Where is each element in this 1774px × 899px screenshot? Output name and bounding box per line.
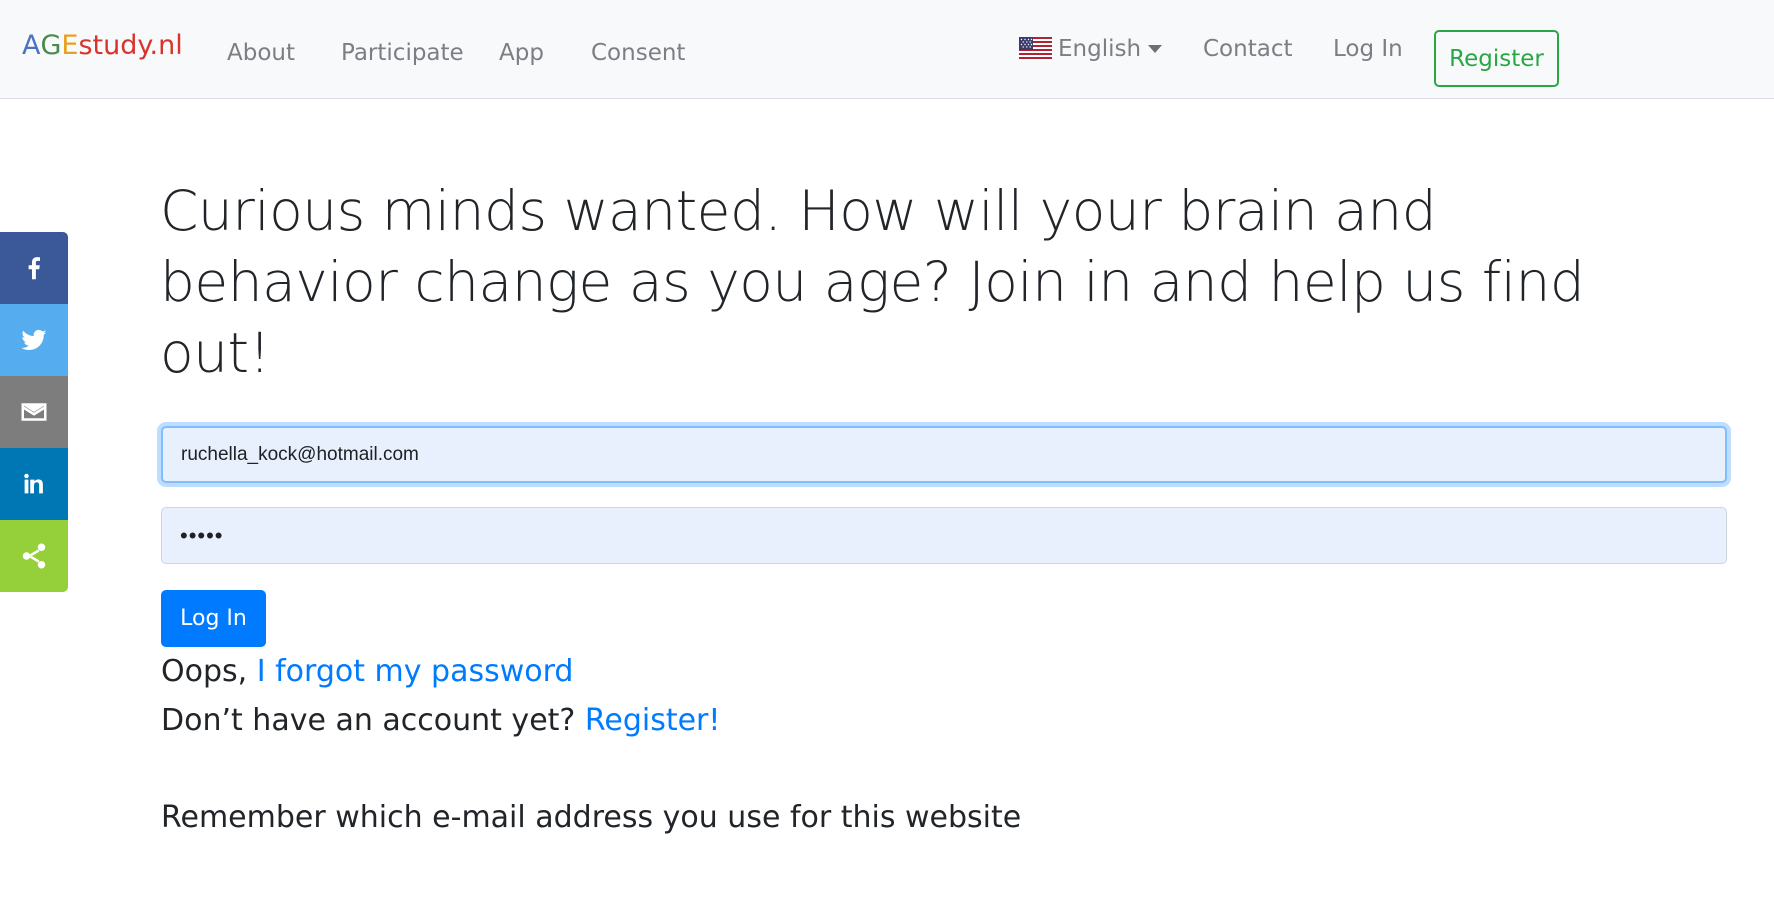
twitter-share-button[interactable] (0, 304, 68, 376)
brand-letter-a: A (22, 30, 41, 61)
us-flag-icon (1019, 37, 1052, 61)
nav-about[interactable]: About (227, 40, 295, 66)
language-label: English (1058, 36, 1142, 62)
generic-share-button[interactable] (0, 520, 68, 592)
linkedin-share-button[interactable] (0, 448, 68, 520)
brand-letter-e: E (61, 30, 79, 61)
brand-suffix: study.nl (78, 30, 183, 61)
no-account-line: Don’t have an account yet? Register! (161, 703, 720, 738)
caret-down-icon (1148, 45, 1163, 53)
oops-text: Oops, (161, 654, 257, 689)
remember-email-note: Remember which e-mail address you use fo… (161, 800, 1022, 835)
linkedin-icon (24, 473, 43, 494)
nav-participate[interactable]: Participate (341, 40, 464, 66)
nav-contact[interactable]: Contact (1203, 36, 1292, 62)
social-share-bar (0, 232, 68, 592)
register-link[interactable]: Register! (585, 703, 721, 738)
login-button[interactable]: Log In (161, 590, 266, 647)
facebook-share-button[interactable] (0, 232, 68, 304)
email-field[interactable] (161, 426, 1727, 483)
facebook-icon (28, 257, 40, 280)
email-share-button[interactable] (0, 376, 68, 448)
nav-consent[interactable]: Consent (591, 40, 685, 66)
email-icon (21, 403, 47, 421)
twitter-icon (21, 329, 47, 350)
no-account-text: Don’t have an account yet? (161, 703, 585, 738)
register-button[interactable]: Register (1434, 30, 1559, 87)
nav-app[interactable]: App (499, 40, 544, 66)
nav-login[interactable]: Log In (1333, 36, 1403, 62)
brand-logo[interactable]: AGEstudy.nl (22, 30, 183, 61)
password-field[interactable] (161, 507, 1727, 564)
page-headline: Curious minds wanted. How will your brai… (160, 179, 1585, 385)
brand-letter-g: G (40, 30, 62, 61)
top-navbar: AGEstudy.nl About Participate App Consen… (0, 0, 1774, 99)
forgot-password-line: Oops, I forgot my password (161, 654, 573, 689)
language-dropdown[interactable]: English (1019, 36, 1163, 62)
share-icon (22, 543, 46, 569)
forgot-password-link[interactable]: I forgot my password (257, 654, 574, 689)
